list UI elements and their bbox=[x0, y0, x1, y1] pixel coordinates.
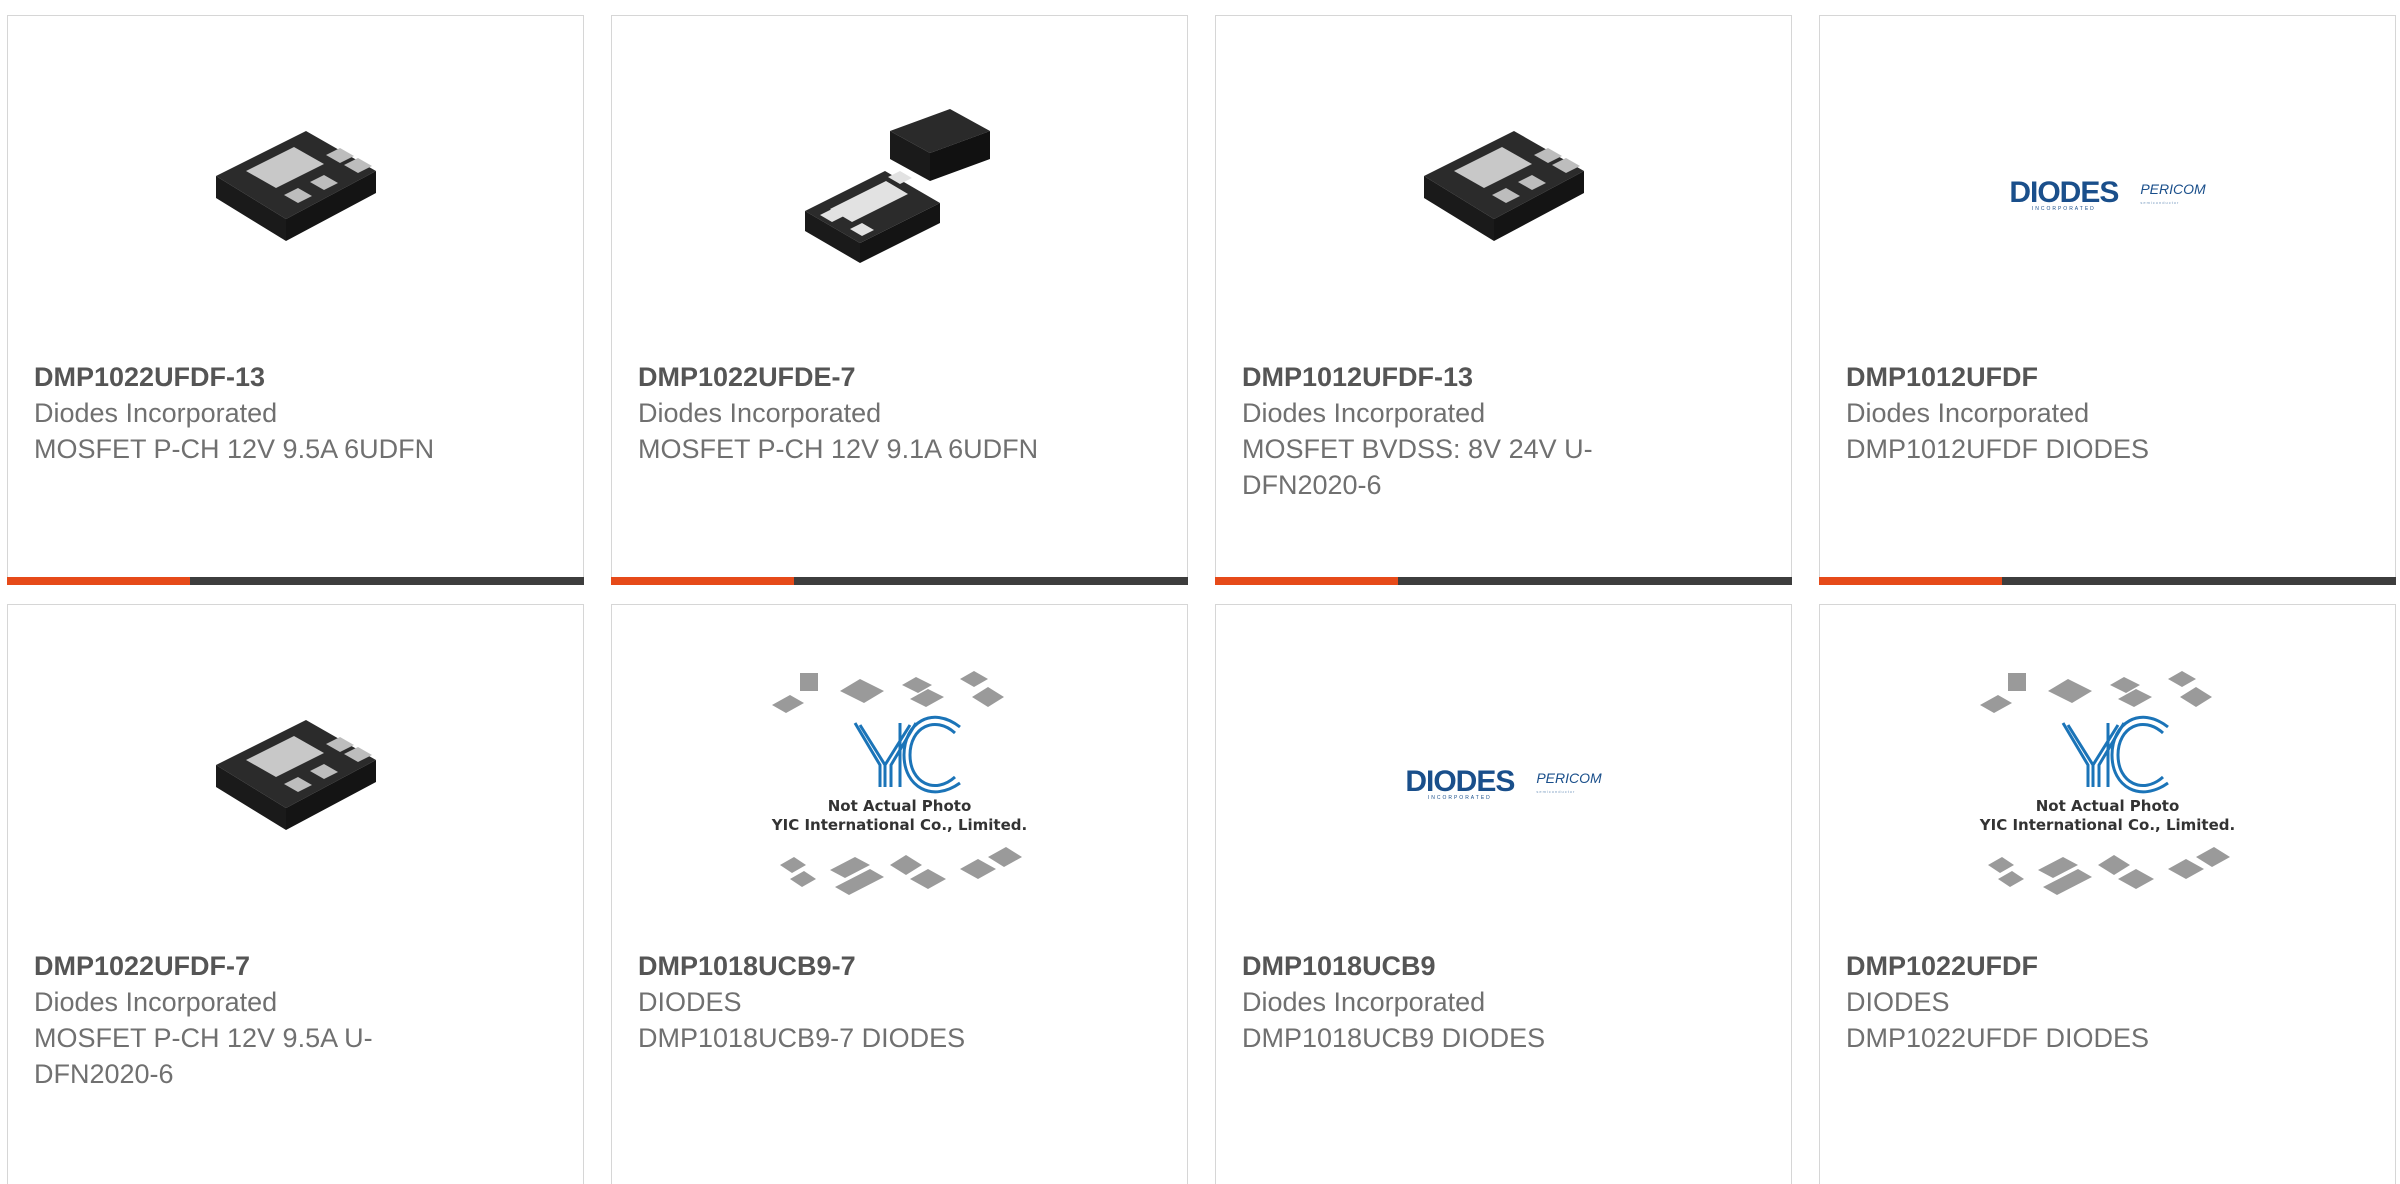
card-footer-bar bbox=[1215, 577, 1792, 585]
placeholder-line2: YIC International Co., Limited. bbox=[1979, 816, 2236, 834]
logo-brand: DIODES bbox=[1405, 764, 1515, 798]
yic-placeholder-art-icon bbox=[1979, 671, 2230, 895]
chip-6pin-icon bbox=[215, 131, 376, 241]
logo-partner-tag: semiconductor bbox=[2140, 200, 2180, 205]
product-image[interactable] bbox=[8, 675, 583, 895]
part-number[interactable]: DMP1012UFDF-13 bbox=[1242, 359, 1765, 395]
part-number[interactable]: DMP1022UFDF-7 bbox=[34, 948, 557, 984]
product-card[interactable]: Not Actual Photo YIC International Co., … bbox=[1819, 604, 2396, 1184]
manufacturer: DIODES bbox=[638, 987, 742, 1017]
product-image[interactable]: Not Actual Photo YIC International Co., … bbox=[612, 671, 1187, 895]
part-number[interactable]: DMP1022UFDF-13 bbox=[34, 359, 557, 395]
card-accent bbox=[1819, 577, 2002, 585]
logo-partner: PERICOM bbox=[1536, 770, 1602, 786]
product-image[interactable] bbox=[1216, 86, 1791, 306]
product-card[interactable]: DMP1022UFDF-7 Diodes Incorporated MOSFET… bbox=[7, 604, 584, 1184]
diodes-logo-text: DIODES INCORPORATED bbox=[1405, 764, 1515, 802]
description: MOSFET P-CH 12V 9.1A 6UDFN bbox=[638, 434, 1039, 464]
diodes-pericom-logo: DIODES INCORPORATED PERICOM semiconducto… bbox=[2009, 175, 2205, 213]
chip-6pin-icon bbox=[1423, 131, 1584, 241]
logo-brand-sub: INCORPORATED bbox=[2031, 205, 2096, 212]
manufacturer: Diodes Incorporated bbox=[1242, 987, 1486, 1017]
logo-brand: DIODES bbox=[2009, 175, 2119, 209]
description: DMP1012UFDF DIODES bbox=[1846, 434, 2150, 464]
description: MOSFET P-CH 12V 9.5A 6UDFN bbox=[34, 434, 435, 464]
diodes-logo-text: DIODES INCORPORATED bbox=[2009, 175, 2119, 213]
product-image[interactable]: DIODES INCORPORATED PERICOM semiconducto… bbox=[1216, 675, 1791, 895]
card-accent bbox=[7, 577, 190, 585]
logo-partner: PERICOM bbox=[2140, 181, 2206, 197]
pericom-logo-text: PERICOM semiconductor bbox=[1536, 771, 1601, 799]
card-footer-bar bbox=[7, 577, 584, 585]
card-footer-bar bbox=[1819, 577, 2396, 585]
placeholder-line1: Not Actual Photo bbox=[827, 797, 972, 815]
not-actual-photo-placeholder: Not Actual Photo YIC International Co., … bbox=[1968, 665, 2248, 905]
product-card[interactable]: DMP1022UFDE-7 Diodes Incorporated MOSFET… bbox=[611, 15, 1188, 585]
chip-6pin-icon bbox=[215, 720, 376, 830]
placeholder-line2: YIC International Co., Limited. bbox=[771, 816, 1028, 834]
pericom-logo-text: PERICOM semiconductor bbox=[2140, 182, 2205, 210]
not-actual-photo-placeholder: Not Actual Photo YIC International Co., … bbox=[760, 665, 1040, 905]
manufacturer: Diodes Incorporated bbox=[34, 987, 278, 1017]
manufacturer: DIODES bbox=[1846, 987, 1950, 1017]
product-image[interactable]: Not Actual Photo YIC International Co., … bbox=[1820, 671, 2395, 895]
product-grid: DMP1022UFDF-13 Diodes Incorporated MOSFE… bbox=[0, 0, 2400, 1184]
description: DMP1022UFDF DIODES bbox=[1846, 1023, 2150, 1053]
part-number[interactable]: DMP1018UCB9-7 bbox=[638, 948, 1161, 984]
description: DMP1018UCB9-7 DIODES bbox=[638, 1023, 966, 1053]
placeholder-line1: Not Actual Photo bbox=[2035, 797, 2180, 815]
manufacturer: Diodes Incorporated bbox=[34, 398, 278, 428]
manufacturer: Diodes Incorporated bbox=[1846, 398, 2090, 428]
placeholder-caption: Not Actual Photo YIC International Co., … bbox=[760, 797, 1040, 835]
card-accent bbox=[611, 577, 794, 585]
yic-placeholder-art-icon bbox=[771, 671, 1022, 895]
product-card[interactable]: DMP1012UFDF-13 Diodes Incorporated MOSFE… bbox=[1215, 15, 1792, 585]
description: DMP1018UCB9 DIODES bbox=[1242, 1023, 1546, 1053]
description: MOSFET BVDSS: 8V 24V U-DFN2020-6 bbox=[1242, 434, 1593, 500]
placeholder-caption: Not Actual Photo YIC International Co., … bbox=[1968, 797, 2248, 835]
manufacturer: Diodes Incorporated bbox=[638, 398, 882, 428]
part-number[interactable]: DMP1012UFDF bbox=[1846, 359, 2369, 395]
description: MOSFET P-CH 12V 9.5A U-DFN2020-6 bbox=[34, 1023, 373, 1089]
card-footer-bar bbox=[611, 577, 1188, 585]
manufacturer: Diodes Incorporated bbox=[1242, 398, 1486, 428]
card-accent bbox=[1215, 577, 1398, 585]
product-image[interactable] bbox=[8, 86, 583, 306]
part-number[interactable]: DMP1018UCB9 bbox=[1242, 948, 1765, 984]
part-number[interactable]: DMP1022UFDE-7 bbox=[638, 359, 1161, 395]
logo-partner-tag: semiconductor bbox=[1536, 789, 1576, 794]
product-card[interactable]: DIODES INCORPORATED PERICOM semiconducto… bbox=[1819, 15, 2396, 585]
product-image[interactable] bbox=[612, 86, 1187, 306]
logo-brand-sub: INCORPORATED bbox=[1427, 794, 1492, 801]
product-card[interactable]: Not Actual Photo YIC International Co., … bbox=[611, 604, 1188, 1184]
product-card[interactable]: DMP1022UFDF-13 Diodes Incorporated MOSFE… bbox=[7, 15, 584, 585]
product-card[interactable]: DIODES INCORPORATED PERICOM semiconducto… bbox=[1215, 604, 1792, 1184]
chip-pair-icon bbox=[804, 109, 990, 263]
part-number[interactable]: DMP1022UFDF bbox=[1846, 948, 2369, 984]
product-image[interactable]: DIODES INCORPORATED PERICOM semiconducto… bbox=[1820, 86, 2395, 306]
diodes-pericom-logo: DIODES INCORPORATED PERICOM semiconducto… bbox=[1405, 764, 1601, 802]
